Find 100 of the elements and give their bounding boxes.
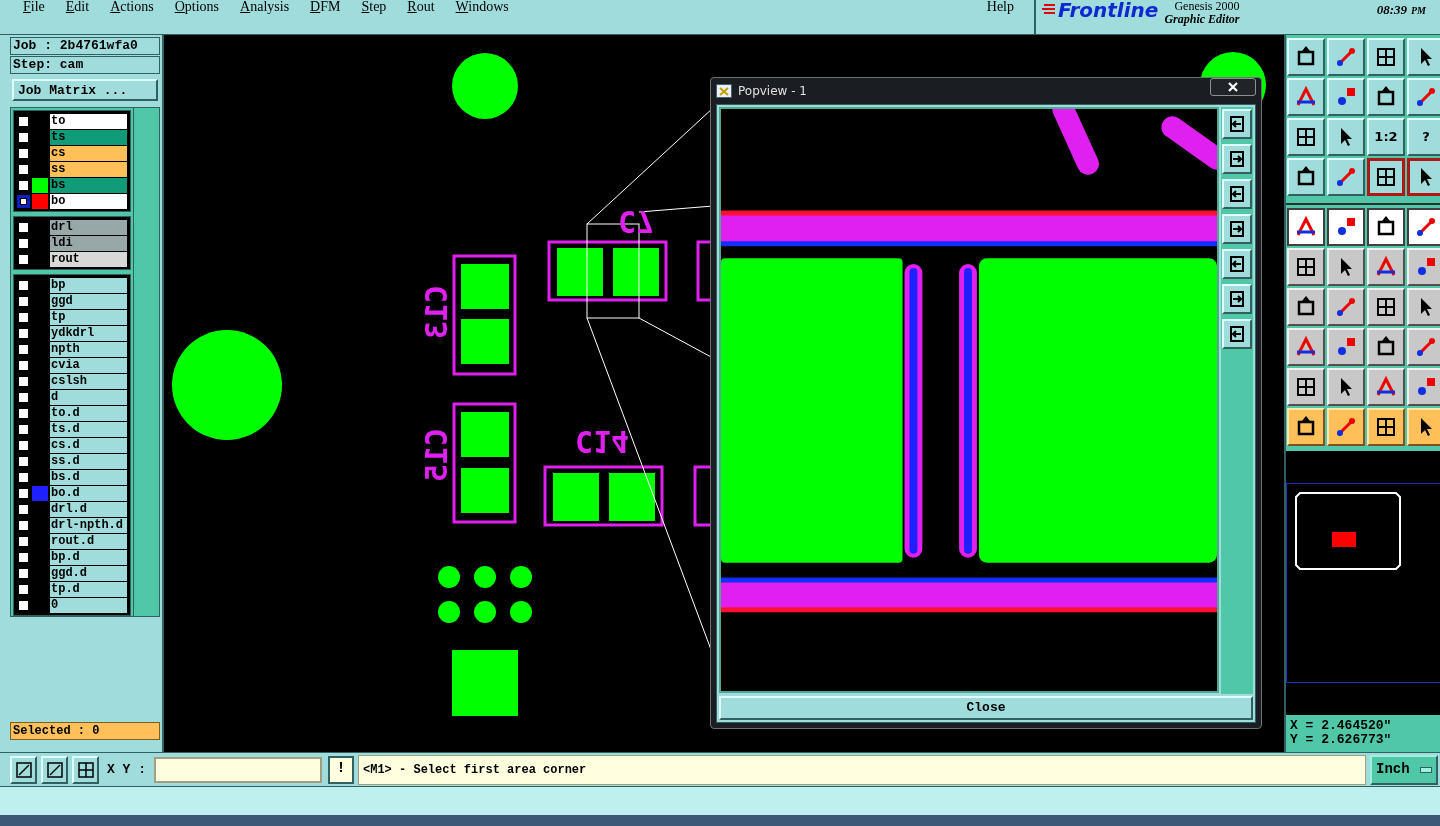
layer-name[interactable]: ldi — [50, 235, 127, 251]
layer-checkbox[interactable] — [17, 566, 30, 580]
help-menu[interactable]: Help — [986, 0, 1034, 14]
layer-checkbox[interactable] — [17, 194, 30, 208]
menu-item[interactable]: Analysis — [240, 0, 290, 14]
layer-name[interactable]: to.d — [50, 405, 127, 421]
layer-checkbox[interactable] — [17, 342, 30, 356]
job-matrix-button[interactable]: Job Matrix ... — [12, 79, 158, 101]
layer-checkbox[interactable] — [17, 220, 30, 234]
layer-name[interactable]: ss.d — [50, 453, 127, 469]
tool-icon — [1334, 415, 1358, 439]
layer-name[interactable]: bp.d — [50, 549, 127, 565]
tool-button[interactable] — [1367, 208, 1405, 246]
tool-button[interactable] — [1287, 208, 1325, 246]
clock-ampm: PM — [1411, 4, 1426, 18]
layer-checkbox[interactable] — [17, 518, 30, 532]
xy-input-field[interactable] — [154, 756, 322, 783]
menu-item[interactable]: Edit — [65, 0, 90, 14]
view-tool-button[interactable] — [1222, 179, 1252, 209]
menu-item[interactable]: Windows — [455, 0, 509, 14]
layer-name[interactable]: cslsh — [50, 373, 127, 389]
layer-checkbox[interactable] — [17, 326, 30, 340]
view-tool-button[interactable] — [1222, 319, 1252, 349]
tool-button[interactable] — [1327, 208, 1365, 246]
layer-name[interactable]: ggd — [50, 293, 127, 309]
layer-name[interactable]: drl-npth.d — [50, 517, 127, 533]
tool-icon — [1374, 165, 1398, 189]
layer-name[interactable]: rout.d — [50, 533, 127, 549]
menu-item[interactable]: Actions — [110, 0, 154, 14]
tool-button[interactable]: ? — [1407, 118, 1440, 156]
tool-button[interactable] — [1367, 158, 1405, 196]
layer-name[interactable]: bo.d — [50, 485, 127, 501]
layer-checkbox[interactable] — [17, 114, 30, 128]
layer-checkbox[interactable] — [17, 534, 30, 548]
dropdown-bar-icon — [1420, 766, 1432, 773]
layer-name[interactable]: 0 — [50, 597, 127, 613]
layer-checkbox[interactable] — [17, 582, 30, 596]
layer-name[interactable]: drl.d — [50, 501, 127, 517]
layer-name[interactable]: to — [50, 113, 127, 129]
snap-button[interactable] — [72, 755, 99, 784]
layer-checkbox[interactable] — [17, 422, 30, 436]
layer-checkbox[interactable] — [17, 502, 30, 516]
layer-name[interactable]: cvia — [50, 357, 127, 373]
tool-button[interactable]: 1:2 — [1367, 118, 1405, 156]
clock-time: 08:39 — [1376, 1, 1407, 19]
layer-name[interactable]: tp.d — [50, 581, 127, 597]
menu-item[interactable]: Rout — [407, 0, 435, 14]
layer-checkbox[interactable] — [17, 278, 30, 292]
close-button[interactable] — [1210, 78, 1256, 96]
snap-button[interactable] — [41, 755, 68, 784]
layer-name[interactable]: tp — [50, 309, 127, 325]
layer-checkbox[interactable] — [17, 550, 30, 564]
layer-checkbox[interactable] — [17, 598, 30, 612]
layer-checkbox[interactable] — [17, 310, 30, 324]
layer-name[interactable]: d — [50, 389, 127, 405]
layer-name[interactable]: bs — [50, 177, 127, 193]
layer-checkbox[interactable] — [17, 178, 30, 192]
layer-checkbox[interactable] — [17, 374, 30, 388]
menu-item[interactable]: Options — [174, 0, 220, 14]
menu-item[interactable]: File — [23, 0, 45, 14]
popview-close-button[interactable]: Close — [719, 696, 1253, 720]
xy-label: X Y : — [107, 760, 146, 779]
layer-checkbox[interactable] — [17, 294, 30, 308]
layer-checkbox[interactable] — [17, 236, 30, 250]
layer-checkbox[interactable] — [17, 454, 30, 468]
view-tool-button[interactable] — [1222, 109, 1252, 139]
view-tool-button[interactable] — [1222, 214, 1252, 244]
layer-checkbox[interactable] — [17, 406, 30, 420]
menu-item[interactable]: DFM — [310, 0, 341, 14]
layer-checkbox[interactable] — [17, 146, 30, 160]
layer-name[interactable]: npth — [50, 341, 127, 357]
layer-checkbox[interactable] — [17, 252, 30, 266]
layer-name[interactable]: bs.d — [50, 469, 127, 485]
layer-name[interactable]: ts.d — [50, 421, 127, 437]
layer-checkbox[interactable] — [17, 130, 30, 144]
layer-name[interactable]: rout — [50, 251, 127, 267]
layer-name[interactable]: ts — [50, 129, 127, 145]
layer-name[interactable]: bp — [50, 277, 127, 293]
units-dropdown[interactable]: Inch — [1370, 754, 1438, 785]
view-tool-button[interactable] — [1222, 144, 1252, 174]
tool-button[interactable] — [1407, 158, 1440, 196]
layer-name[interactable]: ss — [50, 161, 127, 177]
tool-button[interactable] — [1407, 208, 1440, 246]
layer-name[interactable]: bo — [50, 193, 127, 209]
layer-checkbox[interactable] — [17, 438, 30, 452]
snap-button[interactable] — [10, 755, 37, 784]
menu-item[interactable]: Step — [361, 0, 387, 14]
layer-name[interactable]: ggd.d — [50, 565, 127, 581]
layer-checkbox[interactable] — [17, 470, 30, 484]
info-button[interactable]: ! — [328, 755, 354, 784]
layer-checkbox[interactable] — [17, 162, 30, 176]
layer-checkbox[interactable] — [17, 358, 30, 372]
layer-checkbox[interactable] — [17, 486, 30, 500]
layer-checkbox[interactable] — [17, 390, 30, 404]
layer-name[interactable]: cs — [50, 145, 127, 161]
layer-name[interactable]: ydkdrl — [50, 325, 127, 341]
layer-name[interactable]: drl — [50, 219, 127, 235]
view-tool-button[interactable] — [1222, 284, 1252, 314]
layer-name[interactable]: cs.d — [50, 437, 127, 453]
view-tool-button[interactable] — [1222, 249, 1252, 279]
